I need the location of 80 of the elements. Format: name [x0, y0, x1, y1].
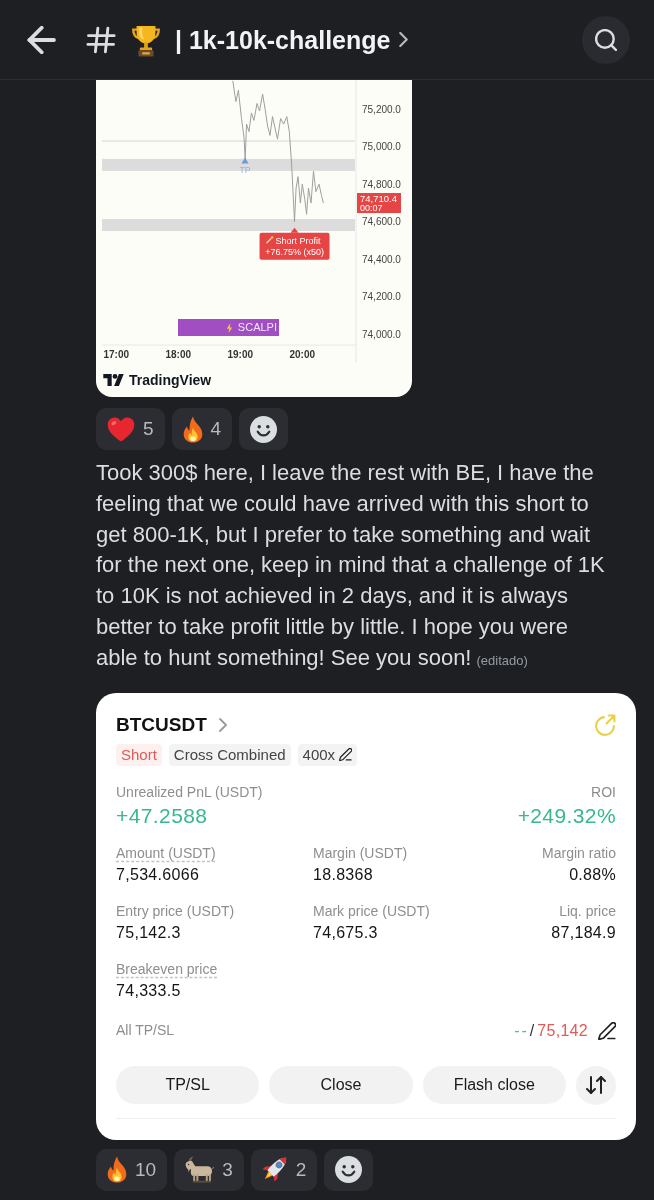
chevron-right-icon [399, 32, 409, 47]
edit-icon [598, 1021, 616, 1040]
take-profit-value: -- [514, 1021, 529, 1040]
reverse-button[interactable] [576, 1065, 616, 1105]
stat-value: 0.88% [569, 864, 616, 885]
message-text: Took 300$ here, I leave the rest with BE, I have the feeling that we could have arrived with this short to get 800-1K, but I prefer to take something and wait for the next one, keep in mind that a challenge of 1K to 10K is not achieved in 2 days, and it is always better to take profit little by little. I hope you were able to hunt something! See you soon! (editado) [96, 459, 606, 672]
smiley-icon [250, 415, 278, 443]
stat-label: Entry price (USDT) [116, 902, 235, 920]
pnl-label: Unrealized PnL (USDT) [116, 783, 263, 801]
rocket-icon [261, 1156, 288, 1183]
heart-icon [107, 416, 135, 442]
add-reaction-button[interactable] [239, 408, 289, 450]
add-reaction-button[interactable] [324, 1148, 374, 1191]
stat-value: 75,142.3 [116, 922, 181, 943]
stat-value: 74,675.3 [313, 922, 378, 943]
stat-value: 74,333.5 [116, 980, 181, 1001]
time-axis-label: 18:00 [165, 349, 192, 360]
reaction-button[interactable]: 3 [174, 1148, 244, 1191]
action-button[interactable]: Close [269, 1065, 413, 1104]
stat-label: Breakeven price [116, 960, 218, 978]
channel-title[interactable]: | 1k-10k-challenge [175, 24, 391, 55]
goat-icon [185, 1156, 215, 1184]
time-axis-label: 17:00 [103, 349, 130, 360]
pnl-value: +47.2588 [116, 802, 208, 829]
smiley-icon [335, 1156, 363, 1184]
search-button[interactable] [582, 15, 630, 64]
position-side-tag: Short [116, 743, 162, 766]
stat-label: Margin (USDT) [313, 844, 408, 862]
price-axis-label: 74,000.0 [362, 329, 401, 340]
price-tag [357, 193, 401, 213]
indicator-label: SCALPI [237, 321, 277, 334]
roi-label: ROI [591, 783, 616, 801]
time-axis-label: 19:00 [227, 349, 254, 360]
stat-value: 87,184.9 [551, 922, 616, 943]
stat-label: Liq. price [559, 902, 616, 920]
callout-box [259, 227, 330, 260]
callout-title: Short Profit [275, 235, 321, 246]
stat-label: Margin ratio [542, 844, 616, 862]
price-axis-label: 75,200.0 [362, 103, 401, 115]
action-button[interactable]: Flash close [422, 1065, 566, 1104]
reaction-button[interactable]: 4 [171, 408, 233, 450]
hash-icon [86, 24, 116, 55]
lightning-icon [225, 322, 233, 333]
price-axis-label: 74,200.0 [362, 291, 401, 303]
leverage-button[interactable]: 400x [297, 743, 358, 766]
price-axis-label: 74,600.0 [362, 216, 401, 228]
fire-icon [107, 1156, 127, 1184]
pencil-icon [339, 748, 353, 762]
reaction-button[interactable]: 2 [250, 1148, 318, 1191]
stat-label: Amount (USDT) [116, 844, 216, 862]
action-button[interactable]: TP/SL [116, 1065, 260, 1104]
margin-mode-tag: Cross Combined [168, 743, 291, 766]
swap-arrows-icon [586, 1076, 606, 1095]
logo-icon [103, 374, 124, 386]
triangle-marker-icon [241, 157, 249, 164]
stat-label: Mark price (USDT) [313, 902, 430, 920]
reaction-button[interactable]: 5 [96, 408, 165, 450]
time-axis-label: 20:00 [289, 349, 316, 360]
roi-value: +249.32% [517, 802, 616, 829]
logo-text: TradingView [129, 372, 212, 388]
price-axis-label: 74,800.0 [362, 178, 401, 190]
search-icon [595, 28, 617, 51]
stat-value: 7,534.6066 [116, 864, 200, 885]
callout-value: +76.75% (x50) [265, 246, 324, 257]
reaction-button[interactable]: 10 [96, 1148, 168, 1191]
separator-text: / [529, 1021, 535, 1040]
tpsl-label: All TP/SL [116, 1022, 175, 1040]
price-tag-time: 00:07 [360, 203, 383, 213]
price-tag-value: 74,710.4 [360, 193, 397, 204]
back-icon[interactable] [27, 25, 56, 54]
chevron-right-icon [218, 717, 227, 732]
price-axis-label: 75,000.0 [362, 141, 401, 153]
firecracker-icon [266, 236, 274, 243]
stat-value: 18.8368 [313, 864, 373, 885]
marker-label: TP [239, 164, 251, 175]
price-axis-label: 74,400.0 [362, 253, 401, 265]
fire-icon [182, 415, 203, 443]
symbol-name: BTCUSDT [116, 714, 207, 735]
share-icon [594, 713, 616, 736]
stop-loss-value: 75,142 [537, 1021, 588, 1040]
